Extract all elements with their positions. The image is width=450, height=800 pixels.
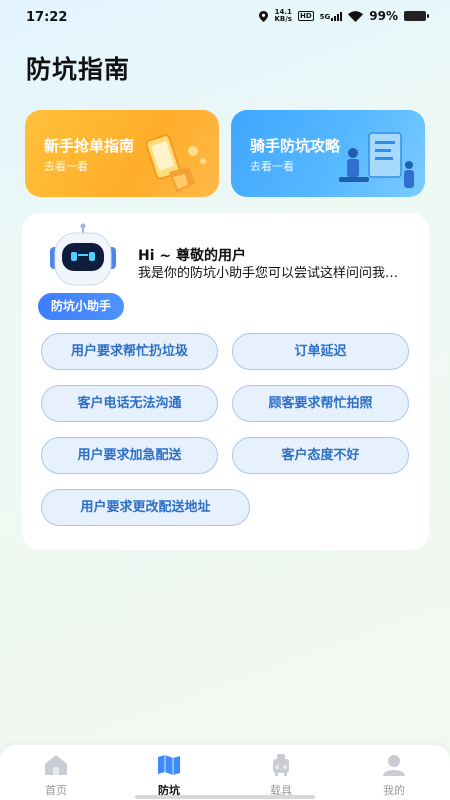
nav-item-home[interactable]: 首页 bbox=[26, 751, 86, 797]
page-title: 防坑指南 bbox=[26, 55, 131, 84]
assistant-tag: 防坑小助手 bbox=[38, 293, 124, 320]
question-chip[interactable]: 用户要求加急配送 bbox=[41, 437, 218, 474]
status-time: 17:22 bbox=[26, 10, 68, 25]
question-chip[interactable]: 用户要求帮忙扔垃圾 bbox=[41, 333, 218, 370]
nav-item-guide[interactable]: 防坑 bbox=[139, 751, 199, 797]
signal-group: 5G bbox=[320, 11, 343, 21]
user-icon bbox=[383, 755, 405, 776]
home-icon bbox=[45, 755, 67, 775]
guide-card-subtitle: 去看一看 bbox=[250, 160, 294, 173]
nav-item-vehicle[interactable]: 载具 bbox=[251, 751, 311, 797]
people-board-illustration-icon bbox=[339, 132, 414, 188]
battery-percent: 99% bbox=[369, 9, 398, 23]
guide-card-title: 新手抢单指南 bbox=[44, 137, 135, 155]
question-chip[interactable]: 订单延迟 bbox=[232, 333, 409, 370]
question-chip[interactable]: 客户电话无法沟通 bbox=[41, 385, 218, 422]
phone-hand-illustration-icon bbox=[145, 134, 206, 193]
greeting-body: 我是你的防坑小助手您可以尝试这样问问我… bbox=[138, 266, 399, 281]
assistant-avatar: 防坑小助手 bbox=[38, 223, 128, 320]
nav-label-home: 首页 bbox=[45, 784, 67, 797]
guide-card-subtitle: 去看一看 bbox=[44, 160, 88, 173]
map-guide-icon bbox=[158, 755, 180, 775]
status-icons: 14.1 KB/s HD 5G 99% bbox=[259, 9, 429, 23]
hd-badge: HD bbox=[297, 11, 314, 21]
network-type: 5G bbox=[319, 13, 331, 21]
location-icon bbox=[259, 10, 269, 22]
guide-card-title: 骑手防坑攻略 bbox=[250, 137, 341, 155]
net-speed: 14.1 KB/s bbox=[274, 9, 291, 23]
nav-label-mine: 我的 bbox=[383, 784, 405, 797]
question-chip[interactable]: 客户态度不好 bbox=[232, 437, 409, 474]
bottom-nav: 首页 防坑 载具 我的 bbox=[0, 745, 450, 800]
net-speed-unit: KB/s bbox=[274, 15, 292, 23]
nav-item-mine[interactable]: 我的 bbox=[364, 751, 424, 797]
signal-icon bbox=[331, 11, 343, 21]
question-chip[interactable]: 顾客要求帮忙拍照 bbox=[232, 385, 409, 422]
guide-card-rider[interactable]: 骑手防坑攻略 去看一看 bbox=[231, 110, 425, 197]
guide-card-newbie[interactable]: 新手抢单指南 去看一看 bbox=[25, 110, 219, 197]
greeting-title: Hi ~ 尊敬的用户 bbox=[138, 248, 246, 264]
robot-icon bbox=[50, 223, 116, 286]
wifi-icon bbox=[348, 10, 364, 22]
status-bar: 17:22 14.1 KB/s HD 5G 99% bbox=[0, 0, 450, 36]
battery-icon bbox=[404, 11, 429, 21]
assistant-panel: 防坑小助手 Hi ~ 尊敬的用户 我是你的防坑小助手您可以尝试这样问问我… 用户… bbox=[22, 213, 429, 550]
vehicle-icon bbox=[273, 754, 289, 776]
question-chip[interactable]: 用户要求更改配送地址 bbox=[41, 489, 250, 526]
home-indicator bbox=[135, 795, 315, 799]
